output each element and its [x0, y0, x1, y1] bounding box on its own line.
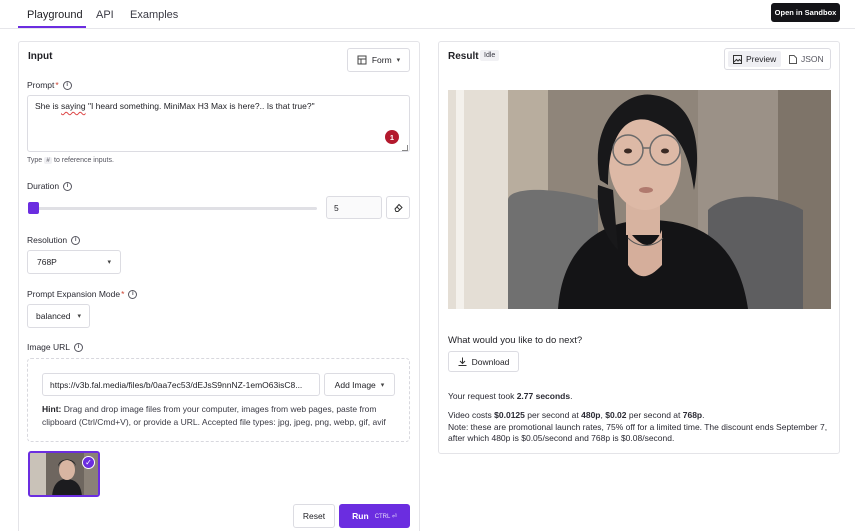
file-icon: [789, 54, 797, 64]
reference-hint: Type # to reference inputs.: [27, 157, 114, 164]
info-icon[interactable]: i: [128, 289, 138, 299]
resolution-label: Resolution i: [27, 235, 81, 245]
resize-handle[interactable]: [402, 145, 408, 151]
duration-label-text: Duration: [27, 181, 60, 191]
image-hint: Hint: Drag and drop image files from you…: [42, 403, 392, 428]
image-icon: [733, 54, 742, 64]
pricing-note: Note: these are promotional launch rates…: [448, 421, 828, 444]
status-badge: Idle: [480, 50, 500, 61]
took-value: 2.77 seconds: [516, 391, 571, 401]
prompt-textarea[interactable]: She is saying "I heard something. MiniMa…: [27, 95, 410, 152]
cost-pre: Video costs: [448, 410, 495, 420]
cost-768-price: $0.02: [605, 410, 627, 420]
reference-hint-post: to reference inputs.: [54, 157, 114, 164]
prompt-misspelled-word: saying: [61, 101, 86, 111]
tab-playground[interactable]: Playground: [27, 9, 83, 21]
prompt-issue-badge[interactable]: 1: [385, 130, 399, 144]
hint-bold: Hint:: [42, 404, 62, 414]
info-icon[interactable]: i: [74, 342, 83, 352]
info-icon[interactable]: i: [71, 235, 81, 245]
result-title: Result: [448, 51, 479, 62]
cost-480: 480p: [581, 410, 601, 420]
image-url-label: Image URL i: [27, 342, 83, 352]
reset-duration-button[interactable]: [386, 196, 410, 219]
image-url-input[interactable]: https://v3b.fal.media/files/b/0aa7ec53/d…: [42, 373, 320, 396]
run-button[interactable]: Run CTRL ⏎: [339, 504, 410, 528]
took-pre: Your request took: [448, 391, 517, 401]
resolution-value: 768P: [37, 257, 57, 267]
form-toggle-label: Form: [371, 55, 392, 65]
video-frame: [448, 90, 831, 309]
add-image-label: Add Image: [334, 379, 376, 390]
duration-input[interactable]: 5: [326, 196, 382, 219]
took-post: .: [570, 391, 573, 401]
tab-examples[interactable]: Examples: [130, 9, 178, 21]
cost-end: .: [702, 410, 705, 420]
duration-label: Duration i: [27, 181, 73, 191]
view-toggle: Preview JSON: [724, 48, 831, 70]
run-shortcut: CTRL ⏎: [374, 513, 397, 520]
add-image-button[interactable]: Add Image ▾: [324, 373, 395, 396]
top-nav: Playground API Examples Open in Sandbox: [0, 0, 855, 29]
selected-check-icon: ✓: [82, 456, 95, 469]
cost-480-price: $0.0125: [494, 410, 525, 420]
chevron-down-icon: ▾: [396, 57, 401, 64]
resolution-label-text: Resolution: [27, 235, 68, 245]
eraser-icon: [393, 203, 403, 212]
resolution-select[interactable]: 768P ▾: [27, 250, 121, 274]
cost-mid1: per second at: [524, 410, 582, 420]
input-title: Input: [28, 51, 53, 62]
download-icon: [458, 357, 467, 366]
chevron-down-icon: ▾: [77, 313, 81, 320]
hint-body: Drag and drop image files from your comp…: [42, 404, 386, 427]
prompt-text-end: "I heard something. MiniMax H3 Max is he…: [85, 101, 315, 111]
preview-tab[interactable]: Preview: [728, 51, 782, 67]
info-icon[interactable]: i: [63, 181, 73, 191]
open-in-sandbox-button[interactable]: Open in Sandbox: [771, 3, 840, 22]
preview-label: Preview: [746, 54, 777, 64]
image-url-label-text: Image URL: [27, 342, 70, 352]
run-label: Run: [352, 511, 369, 521]
prompt-label: Prompt * i: [27, 80, 72, 90]
reference-hint-key: #: [44, 157, 53, 164]
pricing-info: Video costs $0.0125 per second at 480p, …: [448, 410, 833, 445]
info-icon[interactable]: i: [62, 80, 72, 90]
chevron-down-icon: ▾: [107, 259, 111, 266]
result-video[interactable]: [448, 90, 831, 309]
cost-mid2: per second at: [626, 410, 683, 420]
form-toggle-button[interactable]: Form ▾: [347, 48, 410, 72]
cost-768: 768p: [682, 410, 703, 420]
duration-slider-track[interactable]: [37, 207, 317, 210]
prompt-text-start: She is: [35, 101, 61, 111]
expansion-label-text: Prompt Expansion Mode: [27, 289, 121, 299]
json-tab[interactable]: JSON: [784, 51, 829, 67]
download-button[interactable]: Download: [448, 351, 519, 372]
required-mark: *: [121, 289, 125, 299]
reference-hint-pre: Type: [27, 157, 43, 164]
prompt-label-text: Prompt: [27, 80, 55, 90]
active-tab-indicator: [18, 26, 86, 28]
form-icon: [357, 55, 367, 65]
expansion-mode-value: balanced: [36, 311, 71, 321]
download-label: Download: [471, 356, 510, 367]
chevron-down-icon: ▾: [380, 381, 385, 389]
tab-api[interactable]: API: [96, 9, 114, 21]
request-time: Your request took 2.77 seconds.: [448, 391, 572, 401]
json-label: JSON: [801, 54, 824, 64]
duration-slider-thumb[interactable]: [28, 202, 39, 214]
image-dropzone[interactable]: [27, 358, 410, 442]
required-mark: *: [55, 80, 59, 90]
next-question: What would you like to do next?: [448, 335, 583, 346]
cost-line: Video costs $0.0125 per second at 480p, …: [448, 410, 833, 422]
expansion-label: Prompt Expansion Mode * i: [27, 289, 138, 299]
expansion-mode-select[interactable]: balanced ▾: [27, 304, 90, 328]
reset-button[interactable]: Reset: [293, 504, 335, 528]
